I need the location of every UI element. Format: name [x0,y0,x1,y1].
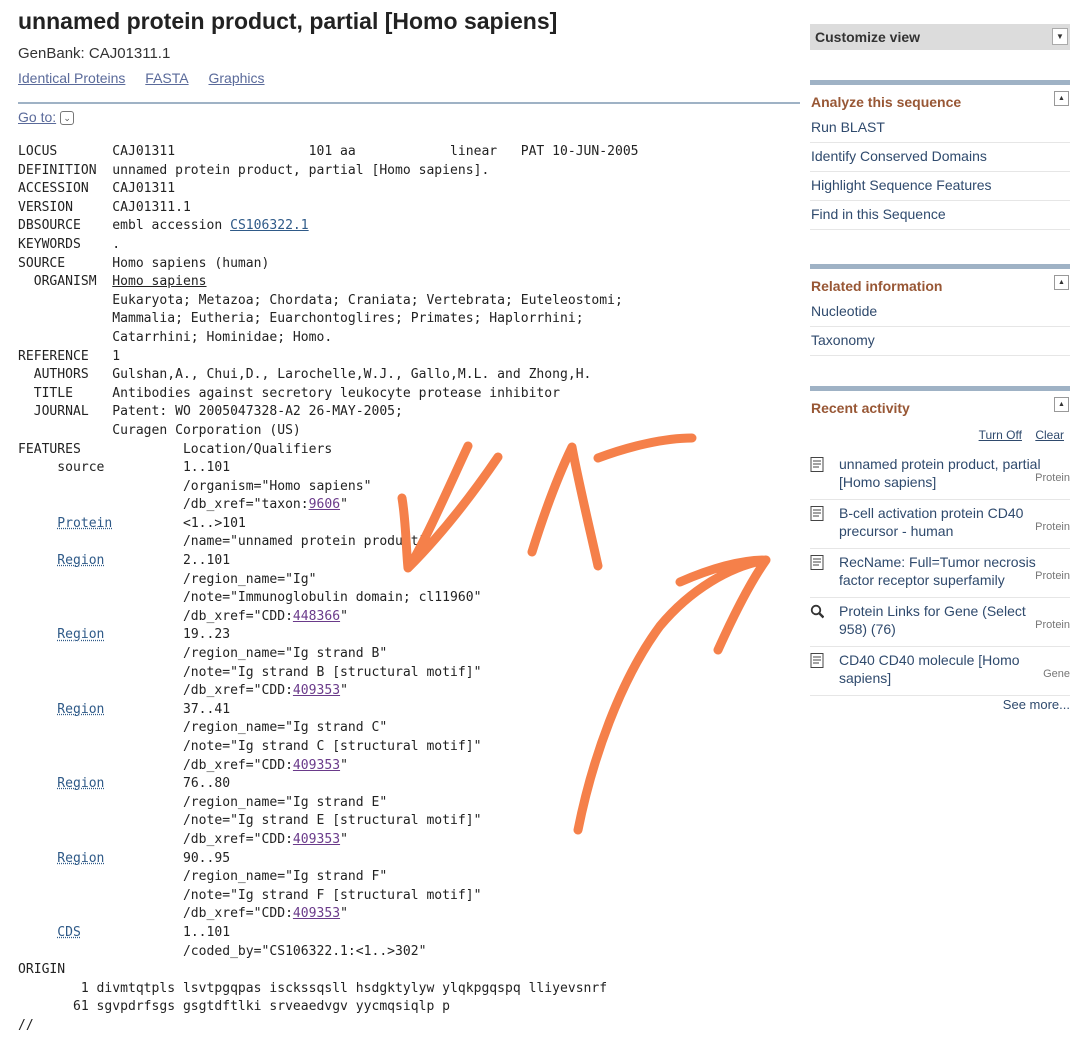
recent-controls: Turn Off Clear [969,428,1064,442]
recent-item-title[interactable]: unnamed protein product, partial [Homo s… [839,455,1047,491]
feature-key-region[interactable]: Region [57,851,104,866]
recent-item-type: Protein [1033,521,1070,533]
organism-link[interactable]: Homo sapiens [112,274,206,289]
page-title: unnamed protein product, partial [Homo s… [18,8,558,34]
cdd-link[interactable]: 409353 [293,683,340,698]
dropdown-arrow-icon[interactable]: ▼ [1052,28,1068,45]
keywords-row: KEYWORDS . [18,236,121,252]
recent-activity-panel: Recent activity ▲ Turn Off Clear unnamed… [810,386,1070,731]
magnifier-icon [810,604,824,619]
panel-title: Analyze this sequence [811,94,962,110]
divider [18,102,800,104]
nucleotide-link[interactable]: Nucleotide [810,298,1070,327]
feature-key-region[interactable]: Region [57,553,104,568]
cdd-link[interactable]: 409353 [293,832,340,847]
taxon-xref: /db_xref="taxon: [18,497,309,513]
reference-block: REFERENCE 1 AUTHORS Gulshan,A., Chui,D.,… [18,348,592,438]
see-more-link[interactable]: See more... [1003,697,1070,712]
recent-item[interactable]: B-cell activation protein CD40 precursor… [810,500,1070,549]
recent-item-title[interactable]: RecName: Full=Tumor necrosis factor rece… [839,553,1047,589]
turn-off-link[interactable]: Turn Off [979,428,1022,442]
related-panel: Related information ▲ Nucleotide Taxonom… [810,264,1070,356]
accession-line: GenBank: CAJ01311.1 [18,45,171,62]
cdd-xref: /db_xref="CDD: [18,683,293,699]
region-qualifiers: /region_name="Ig strand E" /note="Ig str… [182,794,482,829]
recent-item-title[interactable]: B-cell activation protein CD40 precursor… [839,504,1047,540]
document-icon [810,653,824,668]
cdd-xref: /db_xref="CDD: [18,608,293,624]
document-icon [810,457,824,472]
graphics-link[interactable]: Graphics [209,70,265,86]
recent-item[interactable]: unnamed protein product, partial [Homo s… [810,451,1070,500]
recent-item-title[interactable]: CD40 CD40 molecule [Homo sapiens] [839,651,1047,687]
collapse-icon[interactable]: ▲ [1054,397,1069,412]
lineage: Eukaryota; Metazoa; Chordata; Craniata; … [112,292,623,345]
definition-line: DEFINITION unnamed protein product, part… [18,162,490,178]
goto-menu[interactable]: Go to: ⌄ [18,109,75,126]
region-location: 19..23 [104,627,231,643]
feature-key-protein[interactable]: Protein [57,516,112,531]
customize-view-bar[interactable]: Customize view ▼ [810,24,1070,50]
run-blast-link[interactable]: Run BLAST [810,114,1070,143]
fasta-link[interactable]: FASTA [145,70,188,86]
region-qualifiers: /region_name="Ig strand F" /note="Ig str… [182,869,482,903]
recent-item-type: Gene [1041,668,1070,680]
feature-key-region[interactable]: Region [57,702,104,717]
organism-label: ORGANISM [18,274,113,290]
version-row: VERSION CAJ01311.1 [18,199,191,215]
recent-item[interactable]: Protein Links for Gene (Select 958) (76)… [810,598,1070,647]
cdd-link[interactable]: 409353 [293,758,340,773]
recent-item-type: Protein [1033,619,1070,631]
recent-item[interactable]: CD40 CD40 molecule [Homo sapiens] Gene [810,647,1070,696]
top-links: Identical Proteins FASTA Graphics [18,70,281,86]
accession-row: ACCESSION CAJ01311 [18,181,176,197]
recent-item-type: Protein [1033,570,1070,582]
cdd-xref: /db_xref="CDD: [18,906,293,922]
feature-key-region[interactable]: Region [57,776,104,791]
collapse-icon[interactable]: ▲ [1054,91,1069,106]
source-row: SOURCE Homo sapiens (human) [18,255,270,271]
document-icon [810,555,824,570]
region-qualifiers: /region_name="Ig strand C" /note="Ig str… [182,720,482,754]
dbsource-link[interactable]: CS106322.1 [230,218,309,233]
recent-item-type: Protein [1033,472,1070,484]
panel-title: Related information [811,278,943,294]
document-icon [810,506,824,521]
protein-name: /name="unnamed protein product" [18,534,427,550]
origin-block: ORIGIN 1 divmtqtpls lsvtpgqpas isckssqsl… [18,962,608,1033]
clear-link[interactable]: Clear [1035,428,1064,442]
region-location: 76..80 [104,776,231,792]
conserved-domains-link[interactable]: Identify Conserved Domains [810,143,1070,172]
find-in-sequence-link[interactable]: Find in this Sequence [810,201,1070,230]
source-feature: source 1..101 /organism="Homo sapiens" [57,460,372,494]
chevron-down-icon[interactable]: ⌄ [60,111,75,126]
recent-item-title[interactable]: Protein Links for Gene (Select 958) (76) [839,602,1047,638]
identical-proteins-link[interactable]: Identical Proteins [18,70,125,86]
cdd-link[interactable]: 409353 [293,906,340,921]
feature-key-region[interactable]: Region [57,627,104,642]
protein-location: <1..>101 [112,515,246,531]
region-qualifiers: /region_name="Ig" /note="Immunoglobulin … [182,571,482,606]
region-qualifiers: /region_name="Ig strand B" /note="Ig str… [182,646,482,680]
taxonomy-link[interactable]: Taxonomy [810,327,1070,356]
cdd-xref: /db_xref="CDD: [18,831,293,847]
panel-title: Recent activity [811,400,910,416]
feature-key-cds[interactable]: CDS [57,925,81,940]
features-header: FEATURES Location/Qualifiers [18,441,333,457]
recent-item[interactable]: RecName: Full=Tumor necrosis factor rece… [810,549,1070,598]
dbsource-row: DBSOURCE embl accession [18,218,231,234]
region-location: 2..101 [104,553,231,569]
collapse-icon[interactable]: ▲ [1054,275,1069,290]
genbank-flatfile: LOCUS CAJ01311 101 aa linear PAT 10-JUN-… [18,144,639,1033]
goto-label[interactable]: Go to: [18,109,56,125]
region-location: 90..95 [104,850,231,866]
highlight-features-link[interactable]: Highlight Sequence Features [810,172,1070,201]
customize-view-label[interactable]: Customize view [815,29,920,45]
locus-line: LOCUS CAJ01311 101 aa linear PAT 10-JUN-… [18,144,639,159]
cdd-link[interactable]: 448366 [293,609,340,624]
cdd-xref: /db_xref="CDD: [18,757,293,773]
region-location: 37..41 [104,701,231,717]
analyze-panel: Analyze this sequence ▲ Run BLAST Identi… [810,80,1070,230]
taxon-link[interactable]: 9606 [309,497,340,512]
